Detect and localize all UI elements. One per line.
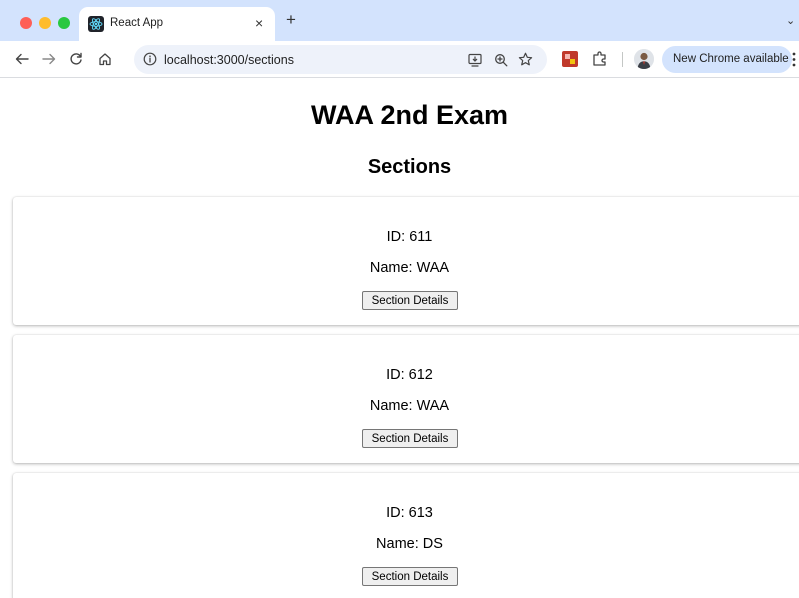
- install-app-icon[interactable]: [467, 51, 484, 68]
- toolbar-divider: [622, 52, 623, 67]
- url-text[interactable]: localhost:3000/sections: [164, 53, 294, 67]
- section-details-button[interactable]: Section Details: [362, 567, 458, 586]
- section-card: ID: 611 Name: WAA Section Details: [13, 197, 799, 325]
- profile-avatar[interactable]: [634, 49, 654, 69]
- page-title: WAA 2nd Exam: [310, 100, 509, 130]
- home-button[interactable]: [96, 50, 114, 68]
- section-id: ID: 612: [386, 367, 433, 383]
- tab-react-app[interactable]: React App ×: [79, 7, 275, 41]
- tab-title: React App: [110, 17, 164, 29]
- section-id: ID: 613: [386, 505, 433, 521]
- more-menu-icon[interactable]: [792, 52, 796, 67]
- browser-toolbar: localhost:3000/sections New Chrome avail…: [0, 41, 799, 78]
- update-label: New Chrome available: [673, 53, 789, 65]
- reload-icon: [70, 52, 82, 65]
- page-viewport: WAA 2nd Exam Sections ID: 611 Name: WAA …: [0, 79, 799, 598]
- profile-photo-icon: [634, 49, 654, 69]
- section-name: Name: WAA: [369, 398, 450, 414]
- page-subtitle: Sections: [367, 156, 452, 178]
- tab-strip: React App × + ⌄: [0, 0, 799, 41]
- tab-search-chevron-icon[interactable]: ⌄: [786, 14, 795, 27]
- section-details-button[interactable]: Section Details: [362, 291, 458, 310]
- extensions-puzzle-icon[interactable]: [591, 50, 609, 68]
- minimize-window-button[interactable]: [39, 17, 51, 29]
- home-icon: [99, 53, 111, 66]
- reload-button[interactable]: [67, 50, 85, 68]
- section-id: ID: 611: [386, 229, 433, 245]
- bookmark-star-icon[interactable]: [517, 51, 534, 68]
- zoom-window-button[interactable]: [58, 17, 70, 29]
- new-tab-button[interactable]: +: [286, 11, 296, 29]
- forward-button[interactable]: [40, 50, 58, 68]
- tab-close-icon[interactable]: ×: [255, 15, 263, 31]
- back-arrow-icon: [15, 53, 29, 65]
- section-card: ID: 612 Name: WAA Section Details: [13, 335, 799, 463]
- site-info-icon[interactable]: [143, 52, 157, 66]
- new-chrome-available-button[interactable]: New Chrome available: [662, 46, 792, 73]
- extension-icon[interactable]: [561, 50, 579, 68]
- close-window-button[interactable]: [20, 17, 32, 29]
- section-name: Name: WAA: [369, 260, 450, 276]
- react-icon: [88, 16, 104, 32]
- section-details-button[interactable]: Section Details: [362, 429, 458, 448]
- section-name: Name: DS: [376, 536, 443, 552]
- address-bar[interactable]: localhost:3000/sections: [134, 45, 547, 74]
- forward-arrow-icon: [42, 53, 56, 65]
- zoom-icon[interactable]: [492, 51, 509, 68]
- section-card: ID: 613 Name: DS Section Details: [13, 473, 799, 598]
- back-button[interactable]: [13, 50, 31, 68]
